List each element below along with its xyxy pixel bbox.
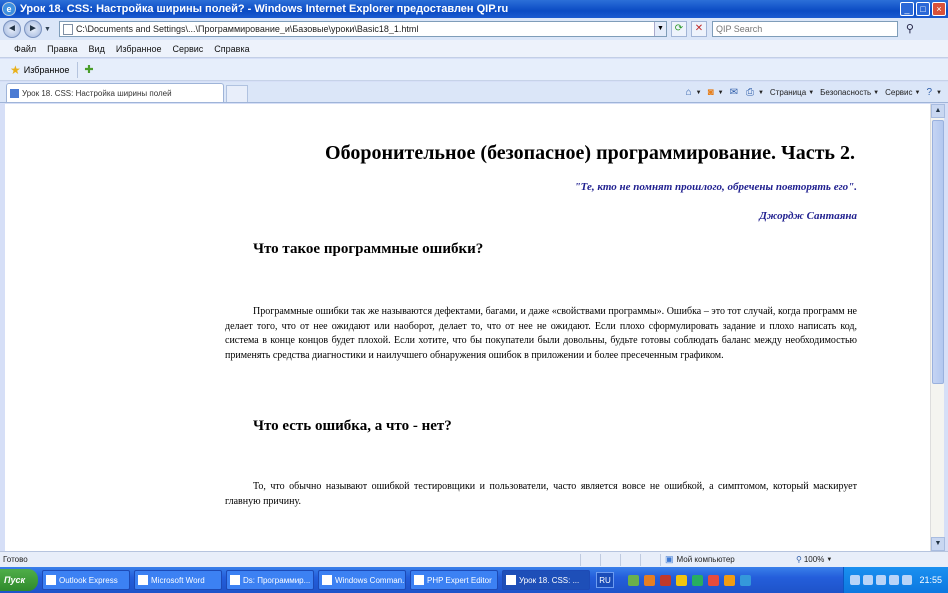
menu-edit[interactable]: Правка bbox=[47, 44, 77, 54]
menu-tools[interactable]: Сервис bbox=[172, 44, 203, 54]
quick-launch bbox=[628, 574, 756, 586]
tray-icon[interactable] bbox=[876, 575, 887, 585]
quick-launch-icon[interactable] bbox=[724, 574, 735, 586]
safety-menu[interactable]: Безопасность ▼ bbox=[820, 88, 879, 97]
menu-favorites[interactable]: Избранное bbox=[116, 44, 162, 54]
zoom-control[interactable]: ⚲ 100% ▼ bbox=[796, 555, 832, 564]
section-paragraph-bugs: Программные ошибки так же называются деф… bbox=[225, 306, 857, 361]
mail-button[interactable]: ✉ bbox=[730, 87, 740, 98]
status-bar: Готово ▣ Мой компьютер ⚲ 100% ▼ bbox=[0, 551, 948, 567]
star-icon: ★ bbox=[10, 62, 21, 77]
printer-icon: ⎙ bbox=[745, 87, 754, 98]
epigraph-quote: "Те, кто не помнят прошлого, обречены по… bbox=[574, 181, 857, 193]
security-zone-label: Мой компьютер bbox=[676, 555, 735, 564]
menu-bar: Файл Правка Вид Избранное Сервис Справка bbox=[0, 40, 948, 58]
window-titlebar: e Урок 18. CSS: Настройка ширины полей? … bbox=[0, 0, 948, 18]
address-input[interactable]: C:\Documents and Settings\...\Программир… bbox=[58, 21, 667, 37]
help-menu[interactable]: ? ▼ bbox=[926, 87, 942, 98]
help-icon: ? bbox=[926, 87, 933, 98]
quick-launch-icon[interactable] bbox=[740, 574, 751, 586]
new-tab-button[interactable] bbox=[226, 85, 248, 102]
quick-launch-icon[interactable] bbox=[660, 574, 671, 586]
back-button[interactable]: ◄ bbox=[3, 20, 21, 38]
scroll-thumb[interactable] bbox=[932, 120, 944, 384]
menu-view[interactable]: Вид bbox=[89, 44, 105, 54]
home-icon: ⌂ bbox=[685, 87, 692, 98]
task-outlook[interactable]: Outlook Express bbox=[42, 570, 130, 590]
home-button[interactable]: ⌂ ▼ bbox=[686, 87, 702, 98]
task-ie-current[interactable]: Урок 18. CSS: ... bbox=[502, 570, 590, 590]
favorites-label: Избранное bbox=[23, 64, 70, 75]
command-bar: ⌂ ▼ ◙ ▼ ✉ ⎙ ▼ Страница ▼ Безопасность ▼ Серви… bbox=[680, 83, 948, 102]
zoom-icon: ⚲ bbox=[796, 555, 802, 564]
epigraph-author: Джордж Сантаяна bbox=[759, 210, 857, 222]
system-tray: 21:55 bbox=[843, 567, 948, 593]
start-button[interactable]: Пуск bbox=[0, 569, 38, 591]
document-title: Оборонительное (безопасное) программиров… bbox=[325, 142, 855, 164]
address-toolbar: ◄ ► ▼ C:\Documents and Settings\...\Прог… bbox=[0, 18, 948, 40]
menu-help[interactable]: Справка bbox=[214, 44, 249, 54]
minimize-button[interactable]: _ bbox=[900, 2, 914, 16]
feeds-button[interactable]: ◙ ▼ bbox=[708, 87, 724, 98]
security-zone[interactable]: ▣ Мой компьютер bbox=[660, 553, 788, 566]
clock[interactable]: 21:55 bbox=[919, 575, 942, 585]
add-to-favorites-icon[interactable]: ✚ bbox=[84, 63, 93, 76]
rss-icon: ◙ bbox=[707, 87, 714, 98]
print-button[interactable]: ⎙ ▼ bbox=[746, 87, 764, 98]
quick-launch-icon[interactable] bbox=[676, 574, 687, 586]
section-heading-what-is-bug: Что есть ошибка, а что - нет? bbox=[253, 418, 452, 434]
forward-button[interactable]: ► bbox=[24, 20, 42, 38]
windows-taskbar: Пуск Outlook Express Microsoft Word Ds: … bbox=[0, 567, 948, 593]
scroll-up-button[interactable]: ▲ bbox=[931, 104, 945, 118]
language-indicator[interactable]: RU bbox=[596, 572, 614, 588]
vertical-scrollbar[interactable]: ▲ ▼ bbox=[930, 104, 945, 551]
page-viewport[interactable]: Оборонительное (безопасное) программиров… bbox=[5, 104, 930, 551]
maximize-button[interactable]: □ bbox=[916, 2, 930, 16]
search-placeholder: QIP Search bbox=[715, 24, 763, 34]
task-word[interactable]: Microsoft Word bbox=[134, 570, 222, 590]
menu-file[interactable]: Файл bbox=[14, 44, 36, 54]
favorites-bar: ★ Избранное ✚ bbox=[0, 59, 948, 81]
task-ds[interactable]: Ds: Программир... bbox=[226, 570, 314, 590]
search-input[interactable]: QIP Search bbox=[711, 21, 898, 37]
internet-explorer-icon: e bbox=[2, 2, 16, 16]
favicon-icon bbox=[10, 88, 19, 98]
tab-bar: Урок 18. CSS: Настройка ширины полей ⌂ ▼ … bbox=[0, 82, 948, 103]
section-paragraph-what-is-bug: То, что обычно называют ошибкой тестиров… bbox=[225, 481, 857, 507]
window-title: Урок 18. CSS: Настройка ширины полей? - … bbox=[20, 3, 509, 15]
computer-icon: ▣ bbox=[665, 554, 674, 564]
recent-pages-dropdown[interactable]: ▼ bbox=[44, 26, 51, 33]
quick-launch-icon[interactable] bbox=[628, 574, 639, 586]
refresh-button[interactable]: ⟳ bbox=[670, 21, 687, 37]
quick-launch-icon[interactable] bbox=[708, 574, 719, 586]
tray-icon[interactable] bbox=[863, 575, 874, 585]
section-heading-bugs: Что такое программные ошибки? bbox=[253, 241, 484, 257]
address-dropdown-button[interactable]: ▼ bbox=[653, 22, 666, 36]
quick-launch-icon[interactable] bbox=[692, 574, 703, 586]
quick-launch-icon[interactable] bbox=[644, 574, 655, 586]
close-button[interactable]: × bbox=[932, 2, 946, 16]
stop-button[interactable]: ✕ bbox=[690, 21, 707, 37]
tray-icon[interactable] bbox=[850, 575, 861, 585]
favorites-button[interactable]: ★ Избранное bbox=[10, 61, 79, 78]
zoom-level: 100% bbox=[803, 555, 825, 564]
scroll-down-button[interactable]: ▼ bbox=[931, 537, 945, 551]
status-text: Готово bbox=[3, 555, 28, 564]
tray-icon[interactable] bbox=[889, 575, 900, 585]
address-url[interactable]: C:\Documents and Settings\...\Программир… bbox=[76, 24, 654, 34]
task-commander[interactable]: Windows Comman... bbox=[318, 570, 406, 590]
tab-current[interactable]: Урок 18. CSS: Настройка ширины полей bbox=[6, 83, 224, 102]
tray-icon[interactable] bbox=[902, 575, 913, 585]
mail-icon: ✉ bbox=[729, 87, 738, 98]
tab-label: Урок 18. CSS: Настройка ширины полей bbox=[22, 88, 172, 98]
task-php-editor[interactable]: PHP Expert Editor bbox=[410, 570, 498, 590]
search-icon[interactable]: ⚲ bbox=[902, 21, 918, 37]
page-menu[interactable]: Страница ▼ bbox=[770, 88, 814, 97]
tools-menu[interactable]: Сервис ▼ bbox=[885, 88, 920, 97]
page-icon bbox=[62, 23, 73, 35]
